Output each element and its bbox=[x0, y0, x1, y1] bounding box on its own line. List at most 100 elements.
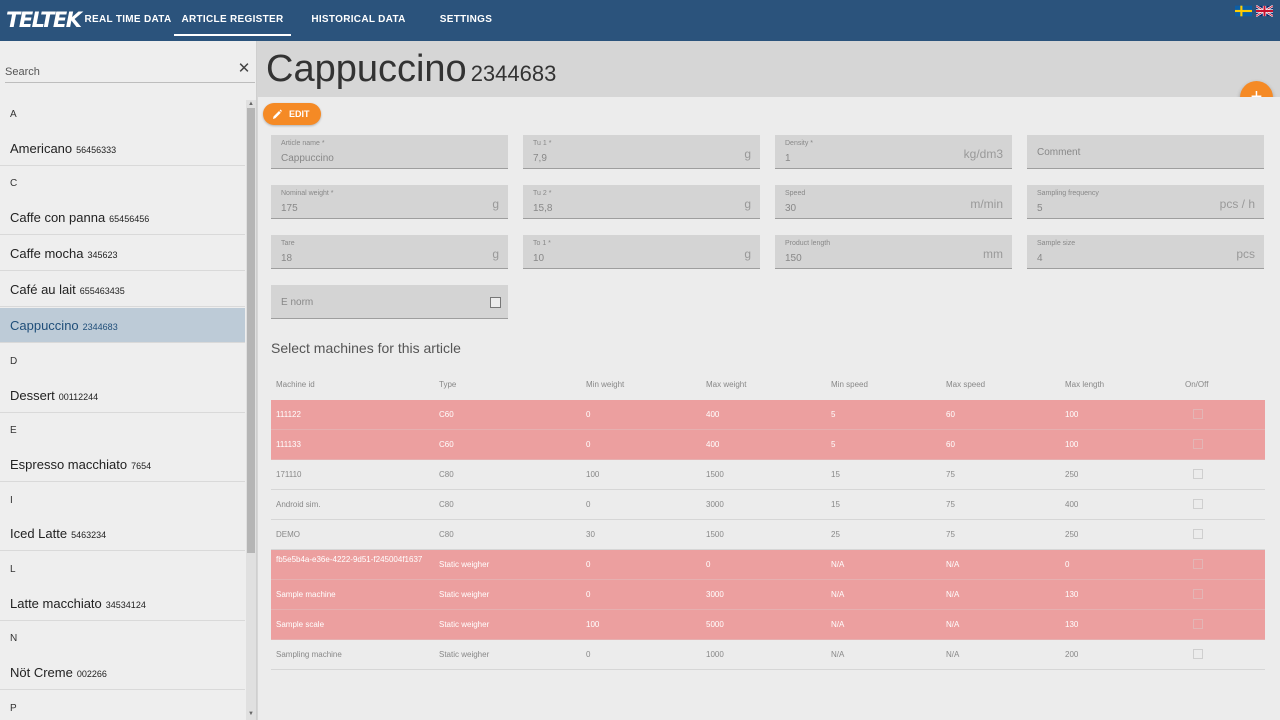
cell-max-length: 250 bbox=[1065, 530, 1079, 539]
uk-flag-icon[interactable] bbox=[1256, 5, 1273, 17]
list-item-cappuccino[interactable]: Cappuccino 2344683 bbox=[0, 308, 245, 343]
cell-type: Static weigher bbox=[439, 590, 490, 599]
tab-article-register[interactable]: ARTICLE REGISTER bbox=[174, 0, 291, 36]
sampling-frequency-field[interactable]: Sampling frequency 5 pcs / h bbox=[1027, 185, 1264, 219]
speed-field[interactable]: Speed 30 m/min bbox=[775, 185, 1012, 219]
list-item-dessert[interactable]: Dessert 00112244 bbox=[0, 378, 245, 413]
cell-type: C80 bbox=[439, 530, 454, 539]
cell-min-weight: 0 bbox=[586, 410, 591, 419]
list-item-espresso-macchiato[interactable]: Espresso macchiato 7654 bbox=[0, 447, 245, 482]
tare-field[interactable]: Tare 18 g bbox=[271, 235, 508, 269]
sidebar-scrollbar[interactable]: ▲ ▼ bbox=[246, 100, 256, 720]
list-item-not-creme[interactable]: Nöt Creme 002266 bbox=[0, 655, 245, 690]
table-row[interactable]: DEMO C80 30 1500 25 75 250 bbox=[271, 520, 1265, 550]
list-item-code: 34534124 bbox=[105, 600, 146, 610]
field-unit: g bbox=[492, 247, 499, 261]
on-off-checkbox[interactable] bbox=[1193, 409, 1203, 419]
cell-machine-id: Android sim. bbox=[276, 500, 321, 509]
nominal-weight-field[interactable]: Nominal weight * 175 g bbox=[271, 185, 508, 219]
cell-machine-id: DEMO bbox=[276, 530, 300, 539]
cell-max-speed: N/A bbox=[946, 560, 960, 569]
cell-max-weight: 1500 bbox=[706, 530, 724, 539]
on-off-checkbox[interactable] bbox=[1193, 499, 1203, 509]
close-icon[interactable]: ✕ bbox=[237, 61, 251, 76]
column-header: On/Off bbox=[1185, 380, 1209, 389]
on-off-checkbox[interactable] bbox=[1193, 469, 1203, 479]
cell-min-weight: 0 bbox=[586, 590, 591, 599]
table-row[interactable]: 111122 C60 0 400 5 60 100 bbox=[271, 400, 1265, 430]
tab-historical-data[interactable]: HISTORICAL DATA bbox=[306, 0, 411, 38]
field-value: 10 bbox=[533, 253, 545, 264]
list-item-name: Caffe con panna bbox=[10, 210, 106, 225]
table-row[interactable]: Android sim. C80 0 3000 15 75 400 bbox=[271, 490, 1265, 520]
on-off-checkbox[interactable] bbox=[1193, 589, 1203, 599]
on-off-checkbox[interactable] bbox=[1193, 559, 1203, 569]
cell-max-weight: 3000 bbox=[706, 590, 724, 599]
list-item-iced-latte[interactable]: Iced Latte 5463234 bbox=[0, 516, 245, 551]
on-off-checkbox[interactable] bbox=[1193, 439, 1203, 449]
tu2-field[interactable]: Tu 2 * 15,8 g bbox=[523, 185, 760, 219]
to1-field[interactable]: To 1 * 10 g bbox=[523, 235, 760, 269]
list-item-caffe-con-panna[interactable]: Caffe con panna 65456456 bbox=[0, 200, 245, 235]
field-label: Product length bbox=[785, 240, 831, 247]
on-off-checkbox[interactable] bbox=[1193, 619, 1203, 629]
cell-machine-id: 111133 bbox=[276, 440, 301, 449]
cell-machine-id: Sample scale bbox=[276, 620, 325, 629]
scroll-down-icon[interactable]: ▼ bbox=[247, 710, 255, 718]
list-item-name: Caffe mocha bbox=[10, 246, 84, 261]
field-value: 15,8 bbox=[533, 203, 553, 214]
search-field: ✕ bbox=[5, 61, 255, 83]
cell-max-weight: 400 bbox=[706, 440, 720, 449]
e-norm-checkbox[interactable] bbox=[490, 297, 501, 308]
search-input[interactable] bbox=[5, 63, 225, 81]
cell-type: C60 bbox=[439, 440, 454, 449]
cell-max-length: 100 bbox=[1065, 440, 1079, 449]
cell-min-speed: 5 bbox=[831, 410, 836, 419]
field-unit: mm bbox=[983, 247, 1003, 261]
field-unit: pcs bbox=[1236, 247, 1255, 261]
field-value: 175 bbox=[281, 203, 298, 214]
column-header: Max length bbox=[1065, 380, 1105, 389]
list-item-cafe-au-lait[interactable]: Café au lait 655463435 bbox=[0, 272, 245, 307]
edit-button[interactable]: EDIT bbox=[263, 103, 321, 125]
tab-real-time-data[interactable]: REAL TIME DATA bbox=[80, 0, 176, 38]
article-name-field[interactable]: Article name * Cappuccino bbox=[271, 135, 508, 169]
field-label: Nominal weight * bbox=[281, 190, 334, 197]
cell-max-weight: 400 bbox=[706, 410, 720, 419]
list-section-letter: N bbox=[10, 633, 18, 644]
table-row[interactable]: Sample scale Static weigher 100 5000 N/A… bbox=[271, 610, 1265, 640]
list-item-latte-macchiato[interactable]: Latte macchiato 34534124 bbox=[0, 586, 245, 621]
list-item-caffe-mocha[interactable]: Caffe mocha 345623 bbox=[0, 236, 245, 271]
table-row[interactable]: fb5e5b4a-e36e-4222-9d51-f245004f1637 Sta… bbox=[271, 550, 1265, 580]
scroll-up-icon[interactable]: ▲ bbox=[247, 100, 255, 108]
table-row[interactable]: 111133 C60 0 400 5 60 100 bbox=[271, 430, 1265, 460]
product-length-field[interactable]: Product length 150 mm bbox=[775, 235, 1012, 269]
cell-max-length: 0 bbox=[1065, 560, 1070, 569]
field-label: Tu 2 * bbox=[533, 190, 552, 197]
cell-max-weight: 1000 bbox=[706, 650, 724, 659]
on-off-checkbox[interactable] bbox=[1193, 649, 1203, 659]
field-value: 5 bbox=[1037, 203, 1043, 214]
cell-type: C80 bbox=[439, 500, 454, 509]
table-row[interactable]: Sampling machine Static weigher 0 1000 N… bbox=[271, 640, 1265, 670]
field-unit: m/min bbox=[970, 197, 1003, 211]
list-item-code: 002266 bbox=[76, 669, 107, 679]
table-row[interactable]: Sample machine Static weigher 0 3000 N/A… bbox=[271, 580, 1265, 610]
density-field[interactable]: Density * 1 kg/dm3 bbox=[775, 135, 1012, 169]
teltek-logo: TELTEK bbox=[6, 8, 82, 32]
tu1-field[interactable]: Tu 1 * 7,9 g bbox=[523, 135, 760, 169]
comment-field[interactable]: Comment bbox=[1027, 135, 1264, 169]
scrollbar-thumb[interactable] bbox=[247, 108, 255, 553]
sample-size-field[interactable]: Sample size 4 pcs bbox=[1027, 235, 1264, 269]
cell-min-speed: 15 bbox=[831, 500, 840, 509]
on-off-checkbox[interactable] bbox=[1193, 529, 1203, 539]
list-item-americano[interactable]: Americano 56456333 bbox=[0, 131, 245, 166]
list-section-letter: D bbox=[10, 356, 18, 367]
cell-max-speed: 75 bbox=[946, 500, 955, 509]
table-row[interactable]: 171110 C80 100 1500 15 75 250 bbox=[271, 460, 1265, 490]
cell-max-speed: 60 bbox=[946, 440, 955, 449]
list-item-name: Cappuccino bbox=[10, 318, 79, 333]
cell-min-weight: 100 bbox=[586, 620, 600, 629]
tab-settings[interactable]: SETTINGS bbox=[436, 0, 496, 38]
swedish-flag-icon[interactable] bbox=[1235, 5, 1252, 17]
